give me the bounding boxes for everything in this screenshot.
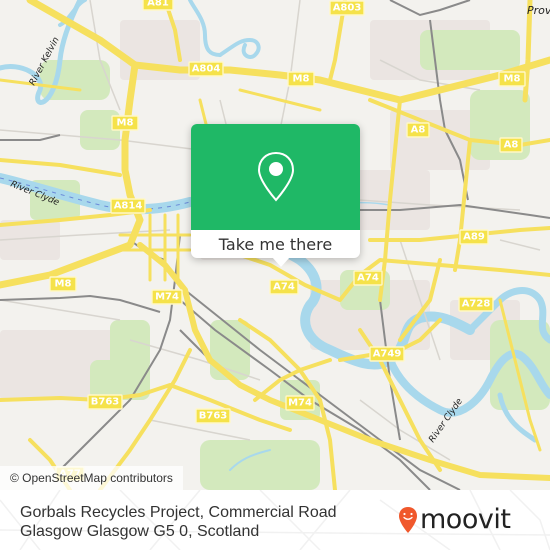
destination-popup[interactable]: Take me there — [191, 124, 360, 258]
location-pin-icon — [257, 151, 294, 202]
svg-text:A8: A8 — [411, 125, 426, 136]
road-shield-a728: A728 — [458, 296, 494, 312]
road-shield-m74-south: M74 — [285, 395, 315, 411]
svg-text:A74: A74 — [273, 282, 295, 293]
moovit-pin-logo-icon — [399, 507, 417, 533]
road-shield-a804: A804 — [188, 61, 224, 77]
svg-text:A803: A803 — [333, 3, 362, 14]
road-shield-a74-center: A74 — [269, 279, 299, 295]
road-shield-a803: A803 — [329, 0, 365, 16]
address-line-2: Glasgow Glasgow G5 0, Scotland — [20, 523, 260, 540]
svg-text:M8: M8 — [55, 279, 72, 290]
road-shield-a8-west: A8 — [406, 122, 430, 138]
svg-text:M8: M8 — [117, 118, 134, 129]
road-shield-m8-north: M8 — [287, 71, 315, 87]
address-line-1: Gorbals Recycles Project, Commercial Roa… — [20, 504, 337, 521]
svg-text:M8: M8 — [504, 74, 521, 85]
svg-text:A89: A89 — [463, 232, 485, 243]
svg-text:A749: A749 — [373, 349, 402, 360]
road-shield-a749: A749 — [369, 346, 405, 362]
road-shield-a89: A89 — [459, 229, 489, 245]
road-shield-m8-west: M8 — [111, 115, 139, 131]
popup-header[interactable] — [191, 124, 360, 230]
footer-bar: Gorbals Recycles Project, Commercial Roa… — [0, 490, 550, 550]
road-shield-a74-east: A74 — [353, 270, 383, 286]
svg-text:B763: B763 — [199, 411, 228, 422]
svg-text:B763: B763 — [91, 397, 120, 408]
moovit-logo[interactable]: moovit — [398, 503, 511, 537]
svg-text:A81: A81 — [147, 0, 169, 9]
take-me-there-button[interactable]: Take me there — [191, 230, 360, 258]
popup-pointer — [272, 257, 290, 267]
road-shield-a814: A814 — [110, 198, 146, 214]
svg-text:A814: A814 — [114, 201, 143, 212]
road-shield-m8-southwest: M8 — [49, 276, 77, 292]
svg-text:M74: M74 — [288, 398, 312, 409]
svg-text:A728: A728 — [462, 299, 491, 310]
destination-address: Gorbals Recycles Project, Commercial Roa… — [20, 503, 337, 541]
svg-text:M74: M74 — [155, 292, 179, 303]
road-shield-a8-east: A8 — [499, 137, 523, 153]
map-attribution[interactable]: © OpenStreetMap contributors — [0, 466, 183, 490]
road-shield-a81: A81 — [142, 0, 174, 11]
road-shield-m74-west: M74 — [151, 289, 183, 305]
svg-text:A74: A74 — [357, 273, 379, 284]
place-label-provan: Prov — [527, 4, 550, 17]
svg-text:A804: A804 — [192, 64, 221, 75]
road-shield-b763-west: B763 — [87, 394, 123, 410]
brand-name: moovit — [420, 504, 511, 535]
svg-text:A8: A8 — [504, 140, 519, 151]
road-shield-m8-east: M8 — [498, 71, 526, 87]
road-shield-b763-east: B763 — [195, 408, 231, 424]
svg-text:M8: M8 — [293, 74, 310, 85]
